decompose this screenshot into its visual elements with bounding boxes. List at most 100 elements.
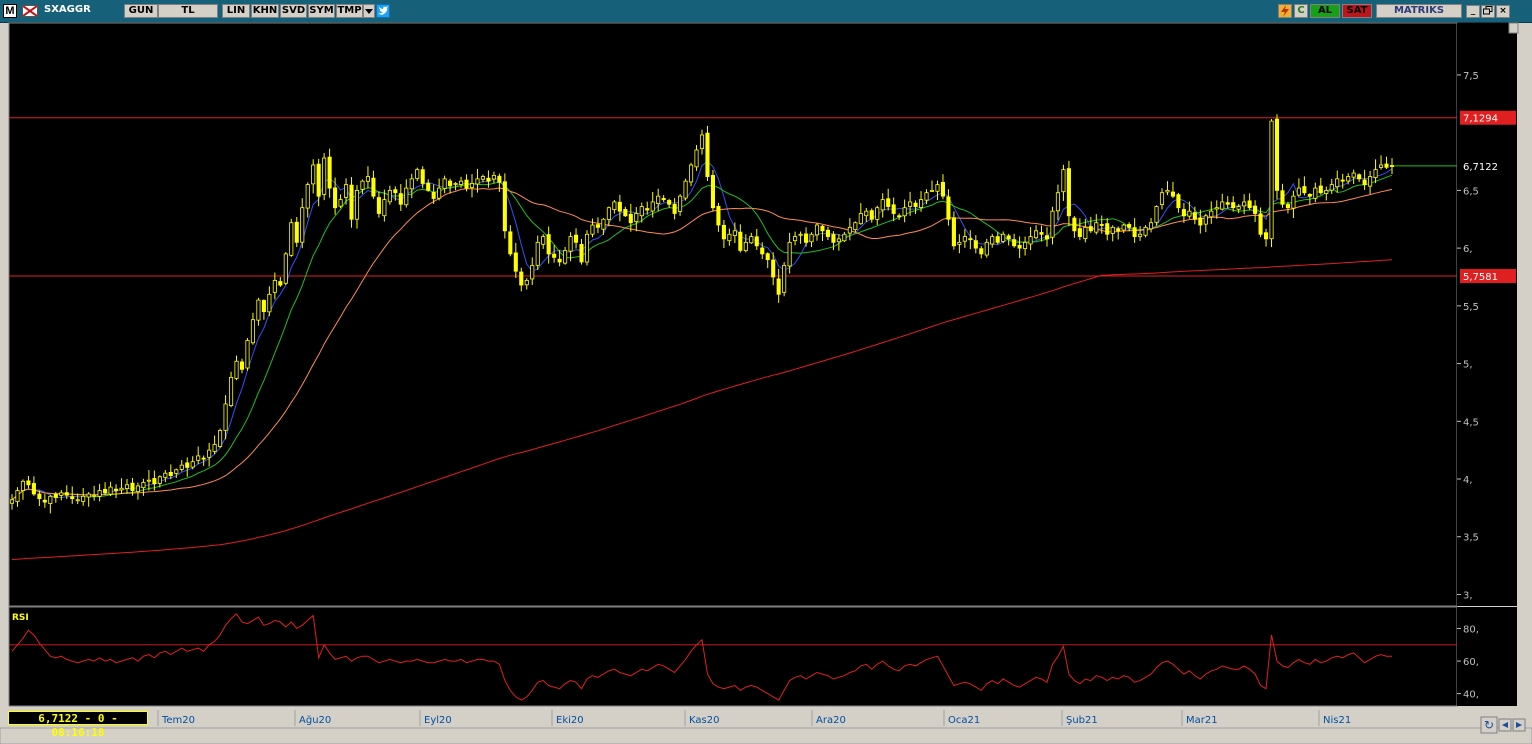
candle-body — [962, 236, 967, 242]
symbol-label[interactable]: SXAGGR — [44, 4, 91, 15]
candle-body — [765, 253, 770, 261]
candle-body — [1285, 204, 1290, 209]
candle-body — [64, 492, 69, 496]
dropdown-icon[interactable] — [363, 4, 375, 18]
last-price-label: 6,7122 — [1463, 162, 1498, 173]
candle-body — [935, 184, 940, 192]
candle-body — [1324, 189, 1329, 194]
rsi-tick-label: 60, — [1463, 657, 1479, 668]
candle-body — [223, 403, 228, 431]
x-tick-label: Ara20 — [816, 715, 846, 726]
matriks-m-icon[interactable]: M — [3, 4, 17, 18]
candle-body — [420, 169, 425, 184]
scroll-up-button[interactable] — [1508, 22, 1519, 34]
candle-body — [114, 488, 119, 491]
currency-button[interactable]: TL — [158, 4, 218, 18]
candle-body — [1132, 227, 1137, 237]
candle-body — [1001, 233, 1006, 242]
candle-body — [1318, 185, 1323, 194]
candle-body — [442, 178, 447, 189]
candle-body — [541, 236, 546, 245]
candle-body — [853, 222, 858, 231]
candle-body — [1351, 172, 1356, 178]
candle-body — [141, 482, 146, 489]
candle-body — [327, 156, 332, 189]
candle-body — [387, 189, 392, 203]
candle-body — [1373, 169, 1378, 178]
candle-body — [623, 209, 628, 217]
buy-button[interactable]: AL — [1310, 4, 1340, 18]
candle-body — [814, 224, 820, 236]
refresh-c-icon[interactable]: C — [1294, 4, 1308, 18]
horizontal-scrollbar[interactable] — [0, 727, 1532, 744]
candle-body — [497, 175, 502, 183]
candle-body — [1083, 226, 1088, 240]
candle-body — [1055, 192, 1060, 212]
right-scrollbar[interactable] — [1517, 23, 1532, 708]
candle-body — [130, 482, 135, 491]
candle-body — [333, 187, 338, 209]
rsi-tick-label: 40, — [1463, 690, 1479, 701]
candle-body — [464, 179, 469, 189]
scale-button[interactable]: LIN — [222, 4, 250, 18]
candle-body — [1384, 163, 1389, 168]
svg-text:↻: ↻ — [1484, 718, 1494, 732]
candle-body — [196, 455, 201, 461]
khn-button[interactable]: KHN — [251, 4, 279, 18]
candle-body — [305, 184, 310, 209]
candle-body — [245, 340, 250, 369]
candle-body — [365, 176, 370, 182]
price-chart[interactable]: RSI 7,1294 5,7581 6,7122 7,5 6,5 6, 5,5 5, 4,5 4… — [0, 22, 1532, 744]
flag-icon — [22, 5, 38, 17]
candle-body — [20, 480, 25, 491]
period-button[interactable]: GUN — [124, 4, 158, 18]
candle-body — [1214, 207, 1219, 210]
candle-body — [289, 222, 294, 256]
candle-body — [617, 201, 622, 212]
y-tick-label: 3,5 — [1463, 533, 1479, 544]
lightning-icon[interactable] — [1278, 4, 1292, 18]
y-axis-panel — [1457, 23, 1517, 606]
restore-icon[interactable] — [1481, 5, 1495, 18]
candle-body — [809, 233, 814, 243]
twitter-icon[interactable] — [376, 4, 390, 18]
candle-body — [908, 201, 913, 207]
candle-body — [1192, 212, 1197, 220]
candle-body — [710, 175, 715, 209]
candle-body — [524, 280, 529, 286]
svd-button[interactable]: SVD — [280, 4, 307, 18]
candle-body — [1066, 168, 1071, 217]
candle-body — [234, 360, 239, 379]
candle-body — [858, 213, 863, 225]
tmp-button[interactable]: TMP — [336, 4, 363, 18]
candle-body — [1187, 210, 1192, 217]
candle-body — [1313, 187, 1318, 199]
candle-body — [135, 485, 140, 493]
candle-body — [354, 189, 360, 220]
candle-body — [502, 181, 507, 232]
candle-body — [968, 238, 973, 241]
x-tick-label: Nis21 — [1323, 715, 1351, 726]
candle-body — [798, 233, 803, 236]
candle-body — [1044, 235, 1050, 240]
candle-body — [256, 299, 261, 321]
x-tick-label: Mar21 — [1186, 715, 1218, 726]
candle-body — [929, 189, 935, 192]
x-tick-label: Eki20 — [556, 715, 584, 726]
y-tick-label: 6,5 — [1463, 186, 1479, 197]
sym-button[interactable]: SYM — [308, 4, 335, 18]
candle-body — [1253, 205, 1258, 214]
candle-body — [26, 480, 31, 486]
candle-body — [683, 180, 688, 199]
candle-body — [1127, 224, 1132, 228]
sell-button[interactable]: SAT — [1342, 4, 1372, 18]
minimize-icon[interactable]: _ — [1466, 5, 1480, 18]
candle-body — [382, 199, 387, 217]
candle-body — [486, 177, 491, 182]
candle-body — [1116, 228, 1121, 232]
candle-body — [836, 238, 841, 243]
rsi-panel — [8, 606, 1458, 707]
candle-body — [1023, 241, 1028, 249]
close-icon[interactable]: × — [1496, 5, 1510, 18]
candle-body — [891, 204, 896, 214]
